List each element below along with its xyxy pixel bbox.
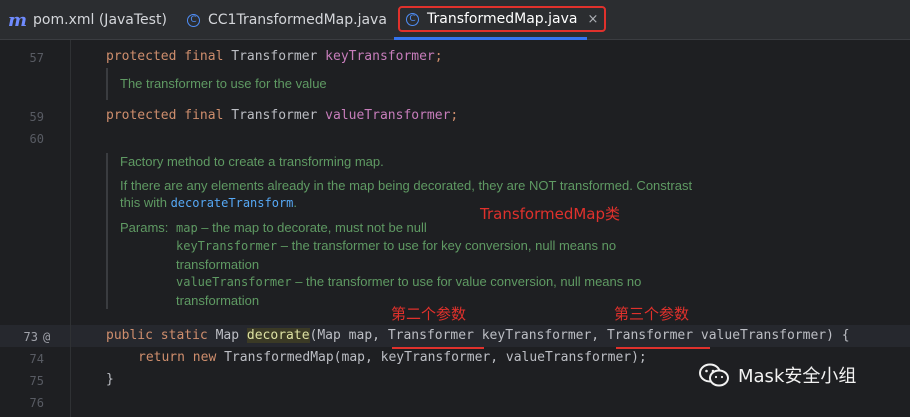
underline-second-param	[392, 347, 484, 349]
javadoc-block: Factory method to create a transforming …	[106, 153, 760, 309]
tab-transformedmap[interactable]: C TransformedMap.java ×	[398, 6, 607, 32]
annotation-third-param: 第三个参数	[614, 305, 690, 323]
line-number: 57	[29, 51, 44, 65]
maven-icon: m	[8, 9, 28, 31]
code-line-74: return new TransformedMap(map, keyTransf…	[138, 350, 647, 365]
underline-third-param	[616, 347, 710, 349]
watermark: Mask安全小组	[698, 362, 856, 388]
code-editor[interactable]: 57 59 60 73 @ 74 75 76 protected final T…	[0, 40, 910, 417]
line-number: 60	[29, 132, 44, 146]
line-number: 74	[29, 352, 44, 366]
line-number: 76	[29, 396, 44, 410]
class-icon: C	[406, 12, 419, 26]
close-icon[interactable]: ×	[587, 12, 598, 27]
watermark-text: Mask安全小组	[738, 366, 857, 387]
tab-pom-xml[interactable]: m pom.xml (JavaTest)	[8, 0, 167, 40]
tab-label: CC1TransformedMap.java	[208, 12, 387, 28]
line-number: 59	[29, 110, 44, 124]
code-line-59: protected final Transformer valueTransfo…	[106, 108, 459, 123]
javadoc-block: The transformer to use for the value	[106, 68, 327, 100]
javadoc-link[interactable]: decorateTransform	[171, 196, 294, 210]
line-number: 75	[29, 374, 44, 388]
annotation-second-param: 第二个参数	[391, 305, 467, 323]
gutter-separator	[70, 40, 71, 417]
tab-label: pom.xml (JavaTest)	[33, 12, 167, 28]
annotation-class-label: TransformedMap类	[480, 205, 621, 223]
editor-tab-bar: m pom.xml (JavaTest) C CC1TransformedMap…	[0, 0, 910, 40]
class-icon: C	[187, 13, 200, 27]
wechat-icon	[699, 363, 729, 387]
code-line-57: protected final Transformer keyTransform…	[106, 49, 443, 64]
tab-label: TransformedMap.java	[427, 11, 578, 27]
annotation-marker-icon[interactable]: @	[43, 330, 50, 344]
method-decorate[interactable]: decorate	[246, 328, 310, 343]
code-line-75: }	[106, 372, 114, 387]
tab-cc1transformedmap[interactable]: C CC1TransformedMap.java	[187, 0, 387, 40]
code-line-73: public static Map decorate(Map map, Tran…	[106, 328, 850, 343]
line-number: 73	[23, 330, 38, 344]
